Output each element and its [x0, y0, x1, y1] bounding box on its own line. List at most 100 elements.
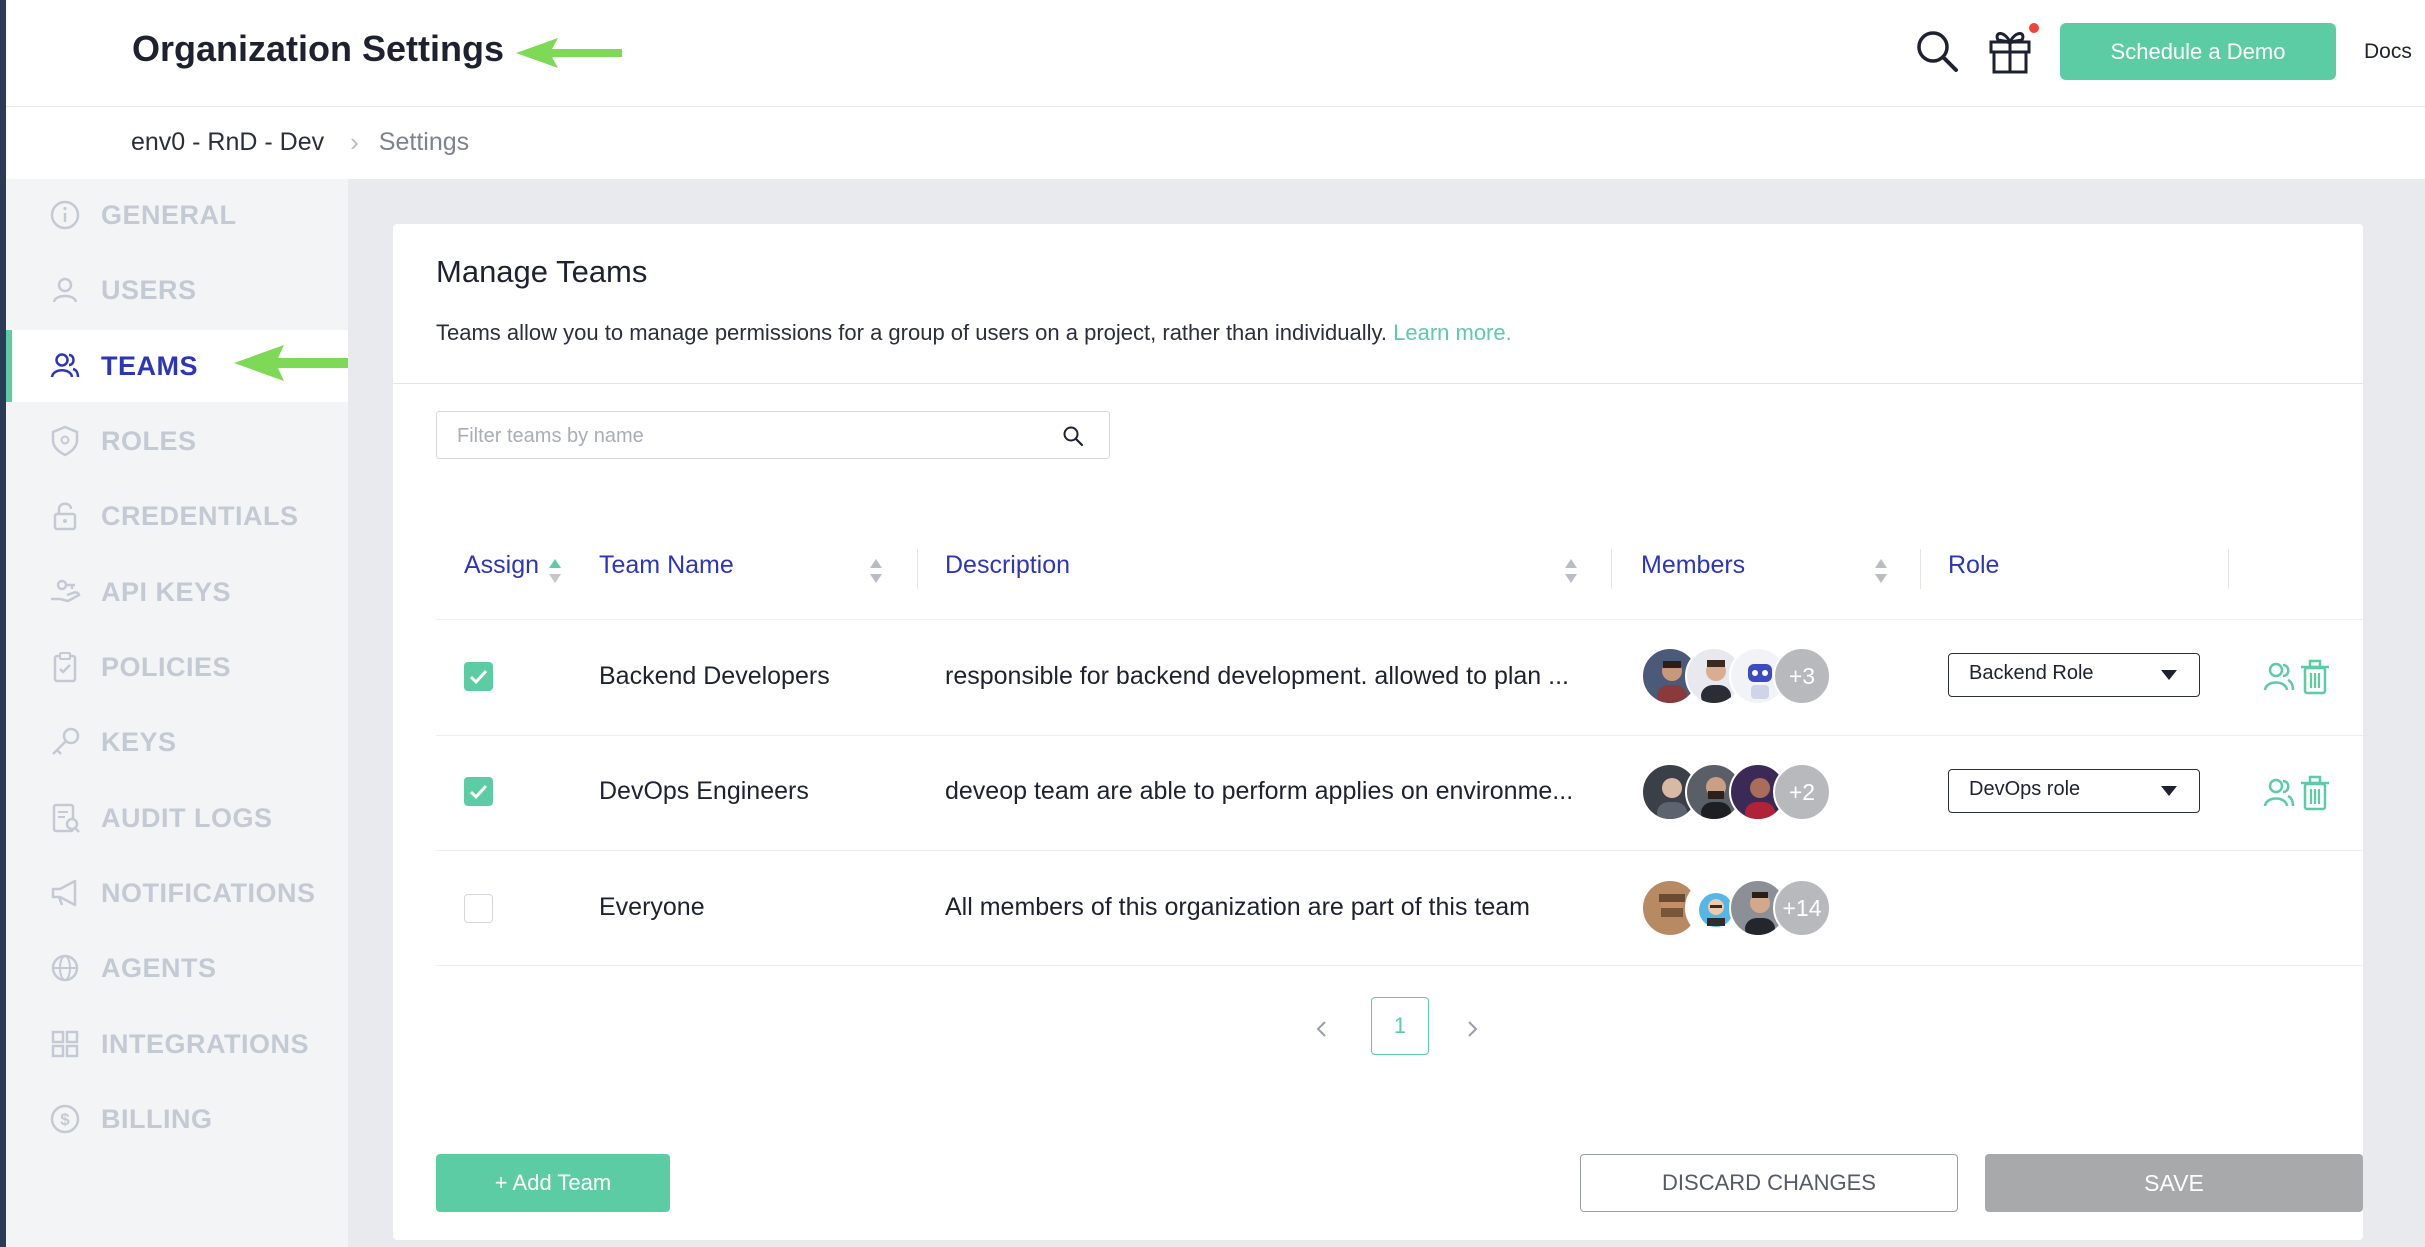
trash-icon[interactable] — [2298, 775, 2332, 811]
notification-dot — [2029, 23, 2039, 33]
sidebar-item-label: ROLES — [101, 425, 197, 456]
row-divider — [436, 965, 2363, 966]
discard-changes-button[interactable]: DISCARD CHANGES — [1580, 1154, 1958, 1212]
search-icon[interactable] — [1914, 28, 1960, 74]
role-select[interactable]: Backend Role — [1948, 653, 2200, 697]
hand-key-icon — [51, 579, 81, 603]
sidebar-item-label: AGENTS — [101, 952, 217, 983]
more-members-badge[interactable]: +2 — [1773, 763, 1831, 821]
annotation-arrow-icon — [516, 38, 622, 68]
sidebar-item-billing[interactable]: $ BILLING — [6, 1083, 348, 1155]
row-divider — [436, 735, 2363, 736]
team-description: deveop team are able to perform applies … — [945, 777, 1574, 805]
sidebar-item-label: USERS — [101, 274, 197, 305]
column-separator — [2228, 549, 2229, 589]
chevron-right-icon: › — [350, 127, 359, 157]
assign-checkbox[interactable] — [464, 894, 493, 923]
audit-icon — [52, 803, 80, 833]
sidebar-item-audit-logs[interactable]: AUDIT LOGS — [6, 782, 348, 854]
dollar-icon: $ — [50, 1104, 80, 1134]
column-header-description[interactable]: Description — [945, 551, 1070, 580]
member-avatars: +14 — [1641, 879, 1841, 937]
sidebar-item-label: AUDIT LOGS — [101, 802, 273, 833]
more-members-badge[interactable]: +14 — [1773, 879, 1831, 937]
assign-checkbox[interactable] — [464, 662, 493, 691]
sidebar-item-label: API KEYS — [101, 576, 232, 607]
sidebar-item-credentials[interactable]: CREDENTIALS — [6, 480, 348, 552]
manage-members-icon[interactable] — [2262, 775, 2296, 811]
manage-members-icon[interactable] — [2262, 659, 2296, 695]
add-team-button[interactable]: + Add Team — [436, 1154, 670, 1212]
svg-text:$: $ — [60, 1110, 70, 1129]
sidebar-item-integrations[interactable]: INTEGRATIONS — [6, 1008, 348, 1080]
info-icon — [50, 200, 80, 230]
check-icon — [469, 669, 488, 685]
sidebar-item-label: KEYS — [101, 726, 177, 757]
more-members-badge[interactable]: +3 — [1773, 647, 1831, 705]
gift-icon[interactable] — [1986, 24, 2034, 76]
sort-icon[interactable] — [547, 557, 563, 585]
schedule-demo-button[interactable]: Schedule a Demo — [2060, 23, 2336, 80]
learn-more-link[interactable]: Learn more. — [1393, 320, 1512, 345]
sidebar-item-label: BILLING — [101, 1103, 213, 1134]
caret-down-icon — [2161, 670, 2177, 680]
column-header-members[interactable]: Members — [1641, 551, 1745, 580]
sidebar-item-label: NOTIFICATIONS — [101, 877, 316, 908]
sidebar-item-label: CREDENTIALS — [101, 500, 299, 531]
role-select-value: DevOps role — [1969, 778, 2081, 800]
assign-checkbox[interactable] — [464, 777, 493, 806]
sidebar: GENERAL USERS TEAMS ROLES CREDENTIALS AP… — [6, 179, 348, 1247]
check-icon — [469, 784, 488, 800]
search-icon[interactable] — [1061, 424, 1085, 448]
sidebar-item-label: GENERAL — [101, 199, 237, 230]
member-avatars: +2 — [1641, 763, 1841, 821]
team-description: responsible for backend development. all… — [945, 662, 1569, 690]
role-select[interactable]: DevOps role — [1948, 769, 2200, 813]
user-icon — [52, 277, 78, 303]
sort-icon[interactable] — [1563, 557, 1579, 585]
role-select-value: Backend Role — [1969, 662, 2094, 684]
sidebar-item-label: INTEGRATIONS — [101, 1028, 309, 1059]
shield-icon — [51, 425, 79, 457]
sidebar-item-keys[interactable]: KEYS — [6, 706, 348, 778]
breadcrumb-org[interactable]: env0 - RnD - Dev — [131, 128, 324, 157]
row-divider — [436, 850, 2363, 851]
agent-icon — [51, 954, 79, 982]
sidebar-item-label: TEAMS — [101, 350, 198, 381]
save-button[interactable]: SAVE — [1985, 1154, 2363, 1212]
row-divider — [436, 619, 2363, 620]
column-separator — [917, 549, 918, 589]
member-avatars: +3 — [1641, 647, 1841, 705]
trash-icon[interactable] — [2298, 659, 2332, 695]
filter-teams-input[interactable] — [455, 420, 1039, 452]
chevron-right-icon[interactable] — [1463, 1014, 1483, 1044]
column-separator — [1920, 549, 1921, 589]
filter-box — [436, 411, 1110, 459]
docs-link[interactable]: Docs — [2364, 40, 2412, 64]
sidebar-item-api-keys[interactable]: API KEYS — [6, 556, 348, 628]
team-name: Backend Developers — [599, 662, 830, 690]
team-name: Everyone — [599, 893, 705, 921]
sidebar-item-agents[interactable]: AGENTS — [6, 932, 348, 1004]
manage-teams-card: Manage Teams Teams allow you to manage p… — [393, 224, 2363, 1240]
sort-icon[interactable] — [1873, 557, 1889, 585]
sidebar-item-general[interactable]: GENERAL — [6, 179, 348, 251]
team-name: DevOps Engineers — [599, 777, 809, 805]
column-separator — [1611, 549, 1612, 589]
sidebar-item-label: POLICIES — [101, 651, 232, 682]
grid-icon — [51, 1030, 79, 1058]
page-number-button[interactable]: 1 — [1371, 997, 1429, 1055]
active-indicator — [6, 330, 12, 402]
clipboard-icon — [53, 652, 77, 683]
sidebar-item-users[interactable]: USERS — [6, 254, 348, 326]
sidebar-item-roles[interactable]: ROLES — [6, 405, 348, 477]
sort-icon[interactable] — [868, 557, 884, 585]
page-title: Organization Settings — [132, 28, 505, 69]
chevron-left-icon[interactable] — [1311, 1014, 1331, 1044]
column-header-team-name[interactable]: Team Name — [599, 551, 734, 580]
sidebar-item-policies[interactable]: POLICIES — [6, 631, 348, 703]
team-description: All members of this organization are par… — [945, 893, 1530, 921]
sidebar-item-notifications[interactable]: NOTIFICATIONS — [6, 857, 348, 929]
column-header-assign[interactable]: Assign — [464, 551, 539, 580]
card-description: Teams allow you to manage permissions fo… — [436, 320, 1512, 346]
